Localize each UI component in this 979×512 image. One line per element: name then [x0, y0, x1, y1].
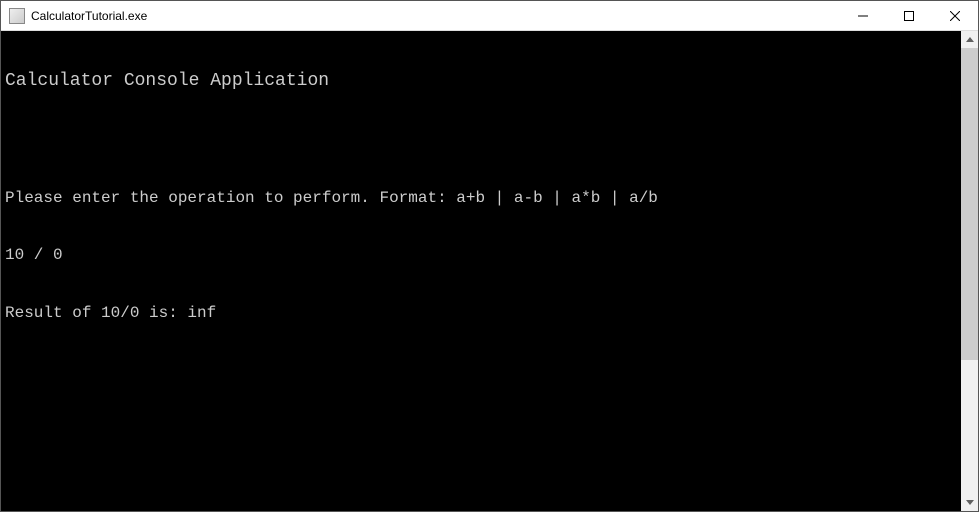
- window-title: CalculatorTutorial.exe: [31, 9, 840, 23]
- console-line: Please enter the operation to perform. F…: [5, 189, 957, 208]
- scroll-thumb[interactable]: [961, 48, 978, 360]
- app-icon: [9, 8, 25, 24]
- minimize-button[interactable]: [840, 1, 886, 30]
- console-line: 10 / 0: [5, 246, 957, 265]
- console-line: Calculator Console Application: [5, 71, 957, 93]
- vertical-scrollbar[interactable]: [961, 31, 978, 511]
- scroll-track[interactable]: [961, 48, 978, 494]
- console-output[interactable]: Calculator Console Application Please en…: [1, 31, 961, 511]
- console-wrapper: Calculator Console Application Please en…: [1, 31, 978, 511]
- console-line: [5, 131, 957, 150]
- close-button[interactable]: [932, 1, 978, 30]
- titlebar[interactable]: CalculatorTutorial.exe: [1, 1, 978, 31]
- scroll-down-arrow[interactable]: [961, 494, 978, 511]
- maximize-button[interactable]: [886, 1, 932, 30]
- scroll-up-arrow[interactable]: [961, 31, 978, 48]
- console-line: Result of 10/0 is: inf: [5, 304, 957, 323]
- window-controls: [840, 1, 978, 30]
